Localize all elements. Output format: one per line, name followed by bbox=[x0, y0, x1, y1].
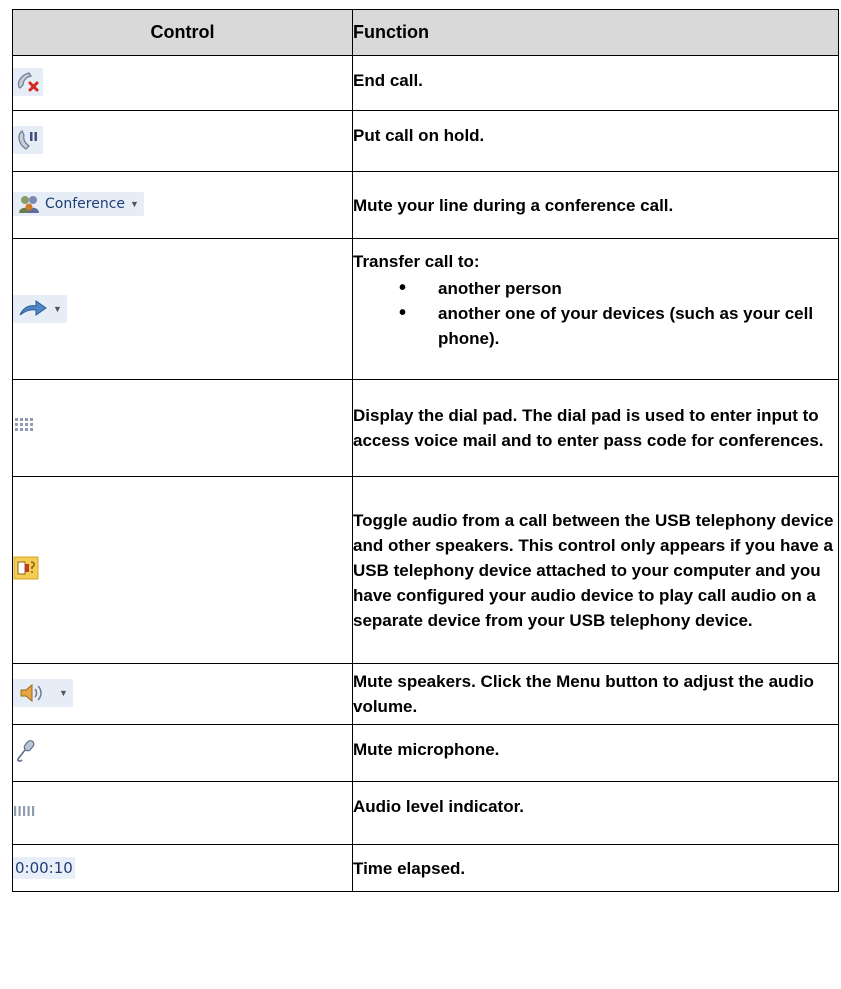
chevron-down-icon[interactable]: ▼ bbox=[53, 304, 62, 314]
list-item: another one of your devices (such as you… bbox=[353, 301, 838, 351]
control-cell bbox=[12, 110, 353, 172]
hold-call-button[interactable] bbox=[13, 125, 43, 154]
table-row: ▼ Transfer call to: another person anoth… bbox=[12, 238, 839, 380]
controls-table: Control Function End call. Put call on h… bbox=[12, 9, 839, 892]
transfer-options-list: another person another one of your devic… bbox=[353, 276, 838, 351]
control-cell bbox=[12, 724, 353, 782]
function-column-header: Function bbox=[352, 9, 839, 56]
function-cell: Transfer call to: another person another… bbox=[352, 238, 839, 380]
control-cell bbox=[12, 476, 353, 664]
hold-call-icon bbox=[15, 128, 41, 152]
table-header-row: Control Function bbox=[12, 9, 839, 56]
dial-pad-icon bbox=[13, 416, 33, 436]
control-cell bbox=[12, 55, 353, 111]
end-call-button[interactable] bbox=[13, 67, 43, 96]
control-cell: ▼ bbox=[12, 663, 353, 725]
microphone-button[interactable] bbox=[13, 738, 39, 764]
conference-button[interactable]: Conference ▼ bbox=[13, 191, 144, 216]
function-cell: Mute your line during a conference call. bbox=[352, 171, 839, 239]
transfer-arrow-icon bbox=[18, 299, 48, 319]
function-cell: Audio level indicator. bbox=[352, 781, 839, 845]
end-call-icon bbox=[15, 70, 41, 94]
table-row: 0:00:10 Time elapsed. bbox=[12, 844, 839, 892]
chevron-down-icon[interactable]: ▼ bbox=[59, 688, 68, 698]
conference-label: Conference bbox=[45, 195, 126, 212]
table-row: Conference ▼ Mute your line during a con… bbox=[12, 171, 839, 239]
function-cell: Mute speakers. Click the Menu button to … bbox=[352, 663, 839, 725]
list-item: another person bbox=[353, 276, 838, 301]
function-cell: End call. bbox=[352, 55, 839, 111]
speaker-icon bbox=[18, 682, 44, 704]
conference-icon bbox=[18, 194, 40, 214]
dial-pad-button[interactable] bbox=[13, 416, 33, 436]
function-cell: Toggle audio from a call between the USB… bbox=[352, 476, 839, 664]
function-cell: Mute microphone. bbox=[352, 724, 839, 782]
table-row: Display the dial pad. The dial pad is us… bbox=[12, 379, 839, 477]
control-cell: 0:00:10 bbox=[12, 844, 353, 892]
function-cell: Display the dial pad. The dial pad is us… bbox=[352, 379, 839, 477]
elapsed-time-readout: 0:00:10 bbox=[13, 856, 75, 879]
audio-toggle-icon bbox=[13, 556, 39, 580]
table-row: Toggle audio from a call between the USB… bbox=[12, 476, 839, 664]
table-row: Audio level indicator. bbox=[12, 781, 839, 845]
control-cell bbox=[12, 379, 353, 477]
control-cell: ▼ bbox=[12, 238, 353, 380]
audio-level-icon bbox=[13, 805, 37, 817]
table-row: End call. bbox=[12, 55, 839, 111]
function-cell: Time elapsed. bbox=[352, 844, 839, 892]
speaker-button[interactable]: ▼ bbox=[13, 679, 73, 707]
transfer-button[interactable]: ▼ bbox=[13, 294, 67, 323]
control-column-header: Control bbox=[12, 9, 353, 56]
audio-toggle-button[interactable] bbox=[13, 556, 39, 580]
control-cell: Conference ▼ bbox=[12, 171, 353, 239]
control-cell bbox=[12, 781, 353, 845]
table-row: Mute microphone. bbox=[12, 724, 839, 782]
microphone-icon bbox=[13, 738, 39, 764]
table-row: Put call on hold. bbox=[12, 110, 839, 172]
function-cell: Put call on hold. bbox=[352, 110, 839, 172]
chevron-down-icon[interactable]: ▼ bbox=[130, 199, 139, 209]
transfer-description: Transfer call to: bbox=[353, 252, 480, 271]
table-row: ▼ Mute speakers. Click the Menu button t… bbox=[12, 663, 839, 725]
